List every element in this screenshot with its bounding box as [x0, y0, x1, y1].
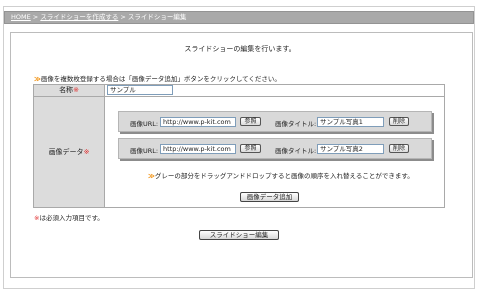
breadcrumb-separator: > — [118, 13, 128, 21]
delete-button[interactable]: 削除 — [389, 144, 409, 153]
breadcrumb-home-link[interactable]: HOME — [11, 13, 31, 21]
hint-text: グレーの部分をドラッグアンドドロップすると画像の順序を入れ替えることができます。 — [154, 172, 414, 180]
required-mark: ※ — [73, 86, 79, 94]
image-title-label: 画像タイトル: — [275, 147, 317, 155]
image-url-label: 画像URL: — [130, 120, 159, 128]
edit-slideshow-submit-button[interactable]: スライドショー編集 — [199, 230, 279, 240]
image-data-label-cell: 画像データ※ — [33, 96, 105, 208]
browse-button[interactable]: 参照 — [240, 117, 261, 126]
page-intro: スライドショーの編集を行います。 — [184, 45, 296, 53]
image-title-input[interactable]: サンプル写真2 — [317, 144, 384, 154]
image-url-label: 画像URL: — [130, 147, 159, 155]
image-title-input[interactable]: サンプル写真1 — [317, 117, 384, 127]
name-label: 名称 — [59, 86, 74, 94]
breadcrumb-create-link[interactable]: スライドショーを作成する — [40, 13, 118, 21]
image-url-input[interactable]: http://www.p-kit.com — [160, 144, 236, 154]
drag-hint: ≫グレーの部分をドラッグアンドドロップすると画像の順序を入れ替えることができます… — [148, 170, 414, 180]
hint-arrow-icon: ≫ — [148, 172, 155, 180]
breadcrumb-separator: > — [30, 13, 41, 21]
image-data-label: 画像データ — [48, 148, 84, 156]
browse-button[interactable]: 参照 — [240, 144, 261, 153]
image-title-label: 画像タイトル: — [275, 120, 317, 128]
multi-image-note: ≫画像を複数枚登録する場合は「画像データ追加」ボタンをクリックしてください。 — [34, 73, 281, 83]
note-arrow-icon: ≫ — [34, 75, 41, 83]
delete-button[interactable]: 削除 — [389, 117, 409, 126]
note-text: 画像を複数枚登録する場合は「画像データ追加」ボタンをクリックしてください。 — [40, 75, 281, 83]
add-image-data-button[interactable]: 画像データ追加 — [240, 192, 299, 202]
required-note-text: は必須入力項目です。 — [39, 214, 104, 222]
breadcrumb: HOME > スライドショーを作成する > スライドショー編集 — [4, 11, 474, 24]
required-mark: ※ — [83, 148, 90, 156]
image-url-input[interactable]: http://www.p-kit.com — [160, 117, 236, 127]
name-input[interactable]: サンプル — [107, 85, 173, 95]
required-note: ※は必須入力項目です。 — [34, 212, 104, 222]
breadcrumb-current: スライドショー編集 — [127, 13, 187, 21]
